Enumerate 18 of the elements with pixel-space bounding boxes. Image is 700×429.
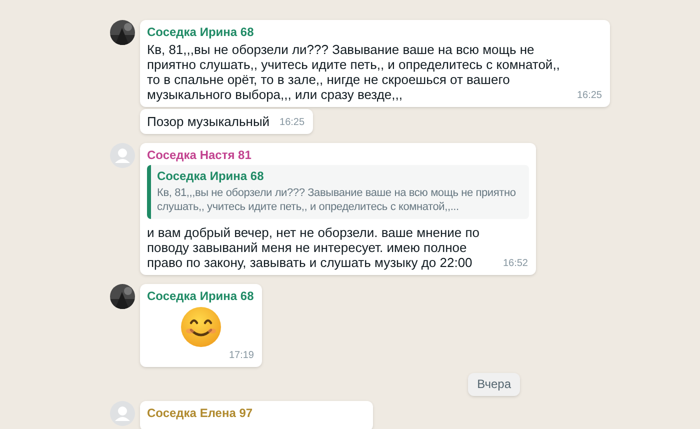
sender-name: Соседка Елена 97 — [147, 406, 254, 421]
quoted-message[interactable]: Соседка Ирина 68 Кв, 81,,,вы не оборзели ли??? Завывание ваше на всю мощь не приятно слушать,, учитесь идите петь,, и определитесь с комнатой,,... — [147, 165, 529, 219]
quoted-text: Кв, 81,,,вы не оборзели ли??? Завывание ваше на всю мощь не приятно слушать,, учитесь идите петь,, и определитесь с комнатой,,... — [157, 186, 517, 214]
date-chip: Вчера — [468, 373, 520, 396]
message-time: 16:52 — [502, 257, 528, 271]
sender-name: Соседка Настя 81 — [147, 148, 252, 163]
sender-name: Соседка Ирина 68 — [157, 169, 265, 184]
avatar[interactable] — [110, 284, 135, 309]
sender-name: Соседка Ирина 68 — [147, 25, 255, 40]
message-text: Кв, 81,,,вы не оборзели ли??? Завывание ваше на всю мощь не приятно слушать,, учитесь идите петь,, и определитесь с комнатой,, то в спальне орёт, то в зале,, нигде не скроешься от вашего музыкального выбора,,, или сразу везде,,, — [147, 42, 561, 102]
message-time: 17:19 — [228, 349, 254, 363]
message-text: Позор музыкальный — [147, 114, 270, 129]
message-time: 16:25 — [576, 89, 602, 103]
smiling-face-icon — [180, 306, 222, 348]
message-text: и вам добрый вечер, нет не оборзели. ваше мнение по поводу завываний меня не интересует. имею полное право по закону, завывать и слушать музыку до 22:00 — [147, 225, 481, 270]
sender-name: Соседка Ирина 68 — [147, 289, 255, 304]
avatar[interactable] — [110, 20, 135, 45]
message-time: 16:25 — [280, 116, 305, 130]
